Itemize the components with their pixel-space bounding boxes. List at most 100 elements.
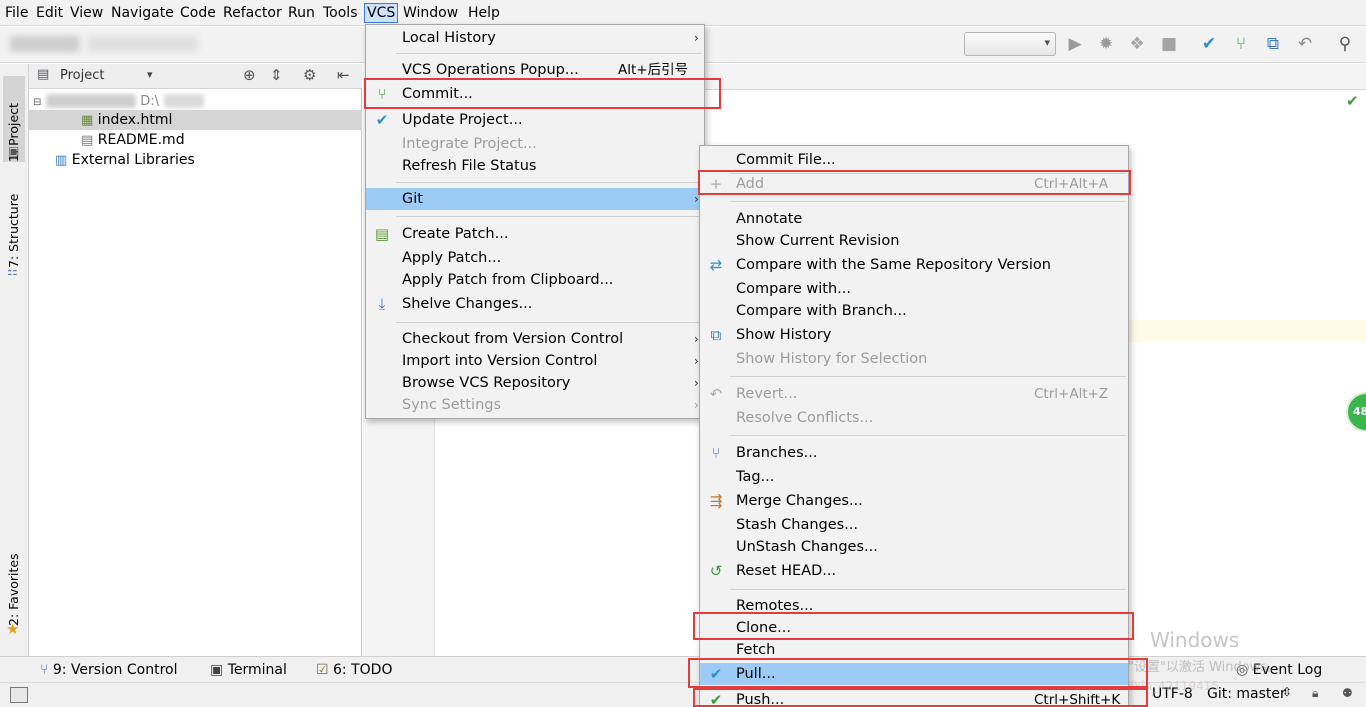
menu-item-apply-patch[interactable]: Apply Patch... [366, 247, 704, 269]
menu-item-label: Apply Patch from Clipboard... [402, 272, 614, 288]
menu-item-sync-settings[interactable]: Sync Settings › [366, 394, 704, 416]
submenu-arrow-icon: › [694, 31, 699, 45]
menu-item-show-current-revision[interactable]: Show Current Revision [700, 230, 1128, 252]
library-icon: ▥ [55, 153, 68, 168]
menu-item-label: Checkout from Version Control [402, 331, 624, 347]
run-icon[interactable]: ▶ [1064, 33, 1086, 55]
vcs-commit-icon[interactable]: ⑂ [1230, 33, 1252, 55]
locate-icon[interactable]: ⊕ [243, 66, 256, 84]
tab-version-control[interactable]: ⑂ 9: Version Control [40, 661, 177, 679]
menu-item-label: UnStash Changes... [736, 539, 878, 555]
vcs-update-icon[interactable]: ✔ [1198, 33, 1220, 55]
tab-todo[interactable]: ☑ 6: TODO [316, 661, 392, 679]
tree-row-external-libraries[interactable]: ▥ External Libraries [55, 150, 195, 170]
update-project-icon: ✔ [375, 111, 389, 129]
tree-row-root[interactable]: ⊟ D:\ [33, 91, 204, 111]
menu-edit[interactable]: Edit [34, 3, 65, 23]
menu-item-unstash[interactable]: UnStash Changes... [700, 536, 1128, 558]
menu-item-annotate[interactable]: Annotate [700, 208, 1128, 230]
menu-run[interactable]: Run [286, 3, 317, 23]
stop-icon[interactable]: ■ [1158, 33, 1180, 55]
menu-item-compare-branch[interactable]: Compare with Branch... [700, 300, 1128, 322]
menu-item-merge-changes[interactable]: ⇶ Merge Changes... [700, 490, 1128, 512]
menu-item-integrate-project[interactable]: Integrate Project... [366, 133, 704, 155]
menu-item-browse[interactable]: Browse VCS Repository › [366, 372, 704, 394]
menu-item-branches[interactable]: ⑂ Branches... [700, 442, 1128, 464]
menu-item-add[interactable]: + Add Ctrl+Alt+A [700, 173, 1128, 195]
menu-item-label: Shelve Changes... [402, 296, 533, 312]
menu-item-tag[interactable]: Tag... [700, 466, 1128, 488]
menu-item-commit-file[interactable]: Commit File... [700, 149, 1128, 171]
menu-item-create-patch[interactable]: ▤ Create Patch... [366, 223, 704, 245]
menu-window[interactable]: Window [401, 3, 460, 23]
toggle-tool-windows-icon[interactable] [10, 687, 28, 703]
menu-item-update-project[interactable]: ✔ Update Project... [366, 109, 704, 131]
menu-item-clone[interactable]: Clone... [700, 617, 1128, 639]
menu-navigate[interactable]: Navigate [109, 3, 176, 23]
shelve-icon: ⤓ [378, 295, 386, 313]
menu-item-push[interactable]: ✔ Push... Ctrl+Shift+K [700, 689, 1128, 707]
blurred-path-segment [88, 36, 198, 52]
project-panel: ▤ Project ▾ ⊕ ⇕ ⚙ ⇤ ⊟ D:\ ▦ index.html ▤… [29, 64, 362, 656]
menu-item-label: Compare with the Same Repository Version [736, 257, 1051, 273]
windows-activation-title: Windows [1150, 628, 1240, 652]
menu-code[interactable]: Code [178, 3, 218, 23]
menu-item-label: Clone... [736, 620, 791, 636]
project-view-title[interactable]: Project [60, 68, 104, 83]
chevron-down-icon[interactable]: ▾ [147, 68, 153, 81]
menu-refactor[interactable]: Refactor [221, 3, 284, 23]
menu-item-vcs-popup[interactable]: VCS Operations Popup... Alt+后引号 [366, 59, 704, 81]
collapse-icon[interactable]: ⇕ [270, 66, 283, 84]
lock-icon[interactable]: 🔒︎ [1312, 686, 1318, 701]
menu-file[interactable]: File [3, 3, 30, 23]
menu-item-stash[interactable]: Stash Changes... [700, 514, 1128, 536]
menu-item-refresh-status[interactable]: Refresh File Status [366, 155, 704, 177]
menu-help[interactable]: Help [466, 3, 502, 23]
menu-item-reset-head[interactable]: ↺ Reset HEAD... [700, 560, 1128, 582]
menu-item-label: Sync Settings [402, 397, 502, 413]
folder-name: External Libraries [71, 152, 195, 168]
menu-item-git[interactable]: Git › [366, 188, 704, 210]
menu-tools[interactable]: Tools [321, 3, 360, 23]
tree-row-index-html[interactable]: ▦ index.html [81, 110, 172, 130]
menu-item-apply-patch-clipboard[interactable]: Apply Patch from Clipboard... [366, 269, 704, 291]
menu-item-revert[interactable]: ↶ Revert... Ctrl+Alt+Z [700, 383, 1128, 405]
menu-vcs[interactable]: VCS [364, 3, 399, 23]
tab-structure[interactable]: 7: Structure [3, 188, 25, 268]
menu-item-shelve[interactable]: ⤓ Shelve Changes... [366, 293, 704, 315]
debug-icon[interactable]: ✹ [1095, 33, 1117, 55]
menu-item-import[interactable]: Import into Version Control › [366, 350, 704, 372]
menu-item-label: Stash Changes... [736, 517, 859, 533]
badge-count: 48 [1353, 405, 1366, 418]
menu-item-label: Update Project... [402, 112, 523, 128]
menu-item-compare-with[interactable]: Compare with... [700, 278, 1128, 300]
hide-panel-icon[interactable]: ⇤ [337, 66, 350, 84]
menu-item-fetch[interactable]: Fetch [700, 639, 1128, 661]
menu-item-label: Add [736, 176, 765, 192]
run-config-dropdown[interactable]: ▾ [964, 32, 1056, 56]
menu-item-resolve-conflicts[interactable]: Resolve Conflicts... [700, 407, 1128, 429]
menu-item-remotes[interactable]: Remotes... [700, 595, 1128, 617]
chevron-down-icon: ▾ [1044, 36, 1050, 49]
menu-item-show-history[interactable]: ⧉ Show History [700, 324, 1128, 346]
tab-terminal[interactable]: ▣ Terminal [210, 661, 287, 679]
coverage-icon[interactable]: ❖ [1126, 33, 1148, 55]
menu-item-compare-same[interactable]: ⇄ Compare with the Same Repository Versi… [700, 254, 1128, 276]
merge-icon: ⇶ [709, 492, 723, 510]
reset-head-icon: ↺ [709, 562, 723, 580]
menu-item-checkout[interactable]: Checkout from Version Control › [366, 328, 704, 350]
gear-icon[interactable]: ⚙ [303, 66, 316, 84]
search-icon[interactable]: ⚲ [1334, 33, 1356, 55]
menu-item-local-history[interactable]: Local History › [366, 27, 704, 49]
menu-item-pull[interactable]: ✔ Pull... [700, 663, 1128, 685]
tab-label: 9: Version Control [52, 662, 178, 678]
menu-item-label: Revert... [736, 386, 798, 402]
menu-item-commit[interactable]: ⑂ Commit... [366, 83, 704, 105]
tree-row-readme[interactable]: ▤ README.md [81, 130, 185, 150]
inspector-icon[interactable]: ⚉ [1342, 686, 1353, 700]
revert-icon[interactable]: ↶ [1294, 33, 1316, 55]
menu-view[interactable]: View [68, 3, 105, 23]
menu-item-show-history-selection[interactable]: Show History for Selection [700, 348, 1128, 370]
vcs-history-icon[interactable]: ⧉ [1262, 33, 1284, 55]
tab-favorites[interactable]: 2: Favorites [3, 546, 25, 626]
